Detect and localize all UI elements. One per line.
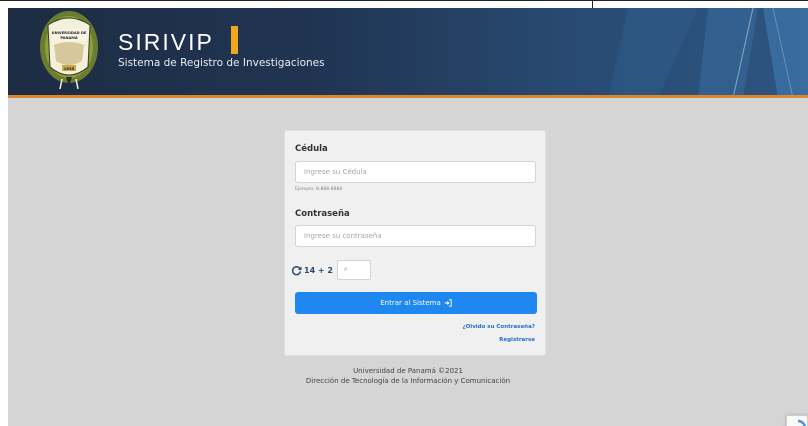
- captcha-question: 14 + 2: [304, 265, 333, 275]
- seal-text-top: UNIVERSIDAD DE: [52, 31, 87, 35]
- university-seal: UNIVERSIDAD DE PANAMÁ 1935: [40, 11, 98, 90]
- page: UNIVERSIDAD DE PANAMÁ 1935 SIRIVIP Siste…: [8, 8, 808, 426]
- refresh-icon[interactable]: [291, 265, 302, 276]
- recaptcha-icon: [797, 419, 806, 426]
- footer-line-1: Universidad de Panamá ©2021: [353, 367, 463, 375]
- recaptcha-badge[interactable]: [786, 415, 808, 426]
- login-card: Cédula Ejemplo: 8-888-8888 Contraseña 14…: [284, 130, 546, 356]
- login-icon: [444, 299, 452, 307]
- top-border: [0, 0, 808, 9]
- footer-line-2: Dirección de Tecnología de la Informació…: [305, 377, 511, 385]
- captcha-row: 14 + 2: [291, 260, 371, 280]
- password-label: Contraseña: [295, 209, 350, 219]
- cedula-help-text: Ejemplo: 8-888-8888: [295, 187, 343, 192]
- brand-title: SIRIVIP: [118, 29, 214, 55]
- password-input[interactable]: [295, 225, 536, 247]
- header-decoration: [608, 8, 808, 95]
- captcha-input[interactable]: [336, 260, 371, 280]
- login-button[interactable]: Entrar al Sistema: [295, 292, 537, 314]
- cedula-label: Cédula: [295, 144, 328, 154]
- brand: SIRIVIP Sistema de Registro de Investiga…: [118, 26, 325, 69]
- brand-accent-bar: [231, 26, 238, 54]
- cedula-input[interactable]: [295, 161, 536, 183]
- register-link[interactable]: Registrarse: [499, 337, 535, 343]
- forgot-password-link[interactable]: ¿Olvido su Contraseña?: [462, 324, 535, 330]
- header: UNIVERSIDAD DE PANAMÁ 1935 SIRIVIP Siste…: [8, 8, 808, 98]
- seal-text-mid: PANAMÁ: [60, 35, 77, 40]
- login-button-label: Entrar al Sistema: [380, 299, 441, 307]
- brand-subtitle: Sistema de Registro de Investigaciones: [118, 57, 325, 69]
- seal-year: 1935: [64, 66, 75, 71]
